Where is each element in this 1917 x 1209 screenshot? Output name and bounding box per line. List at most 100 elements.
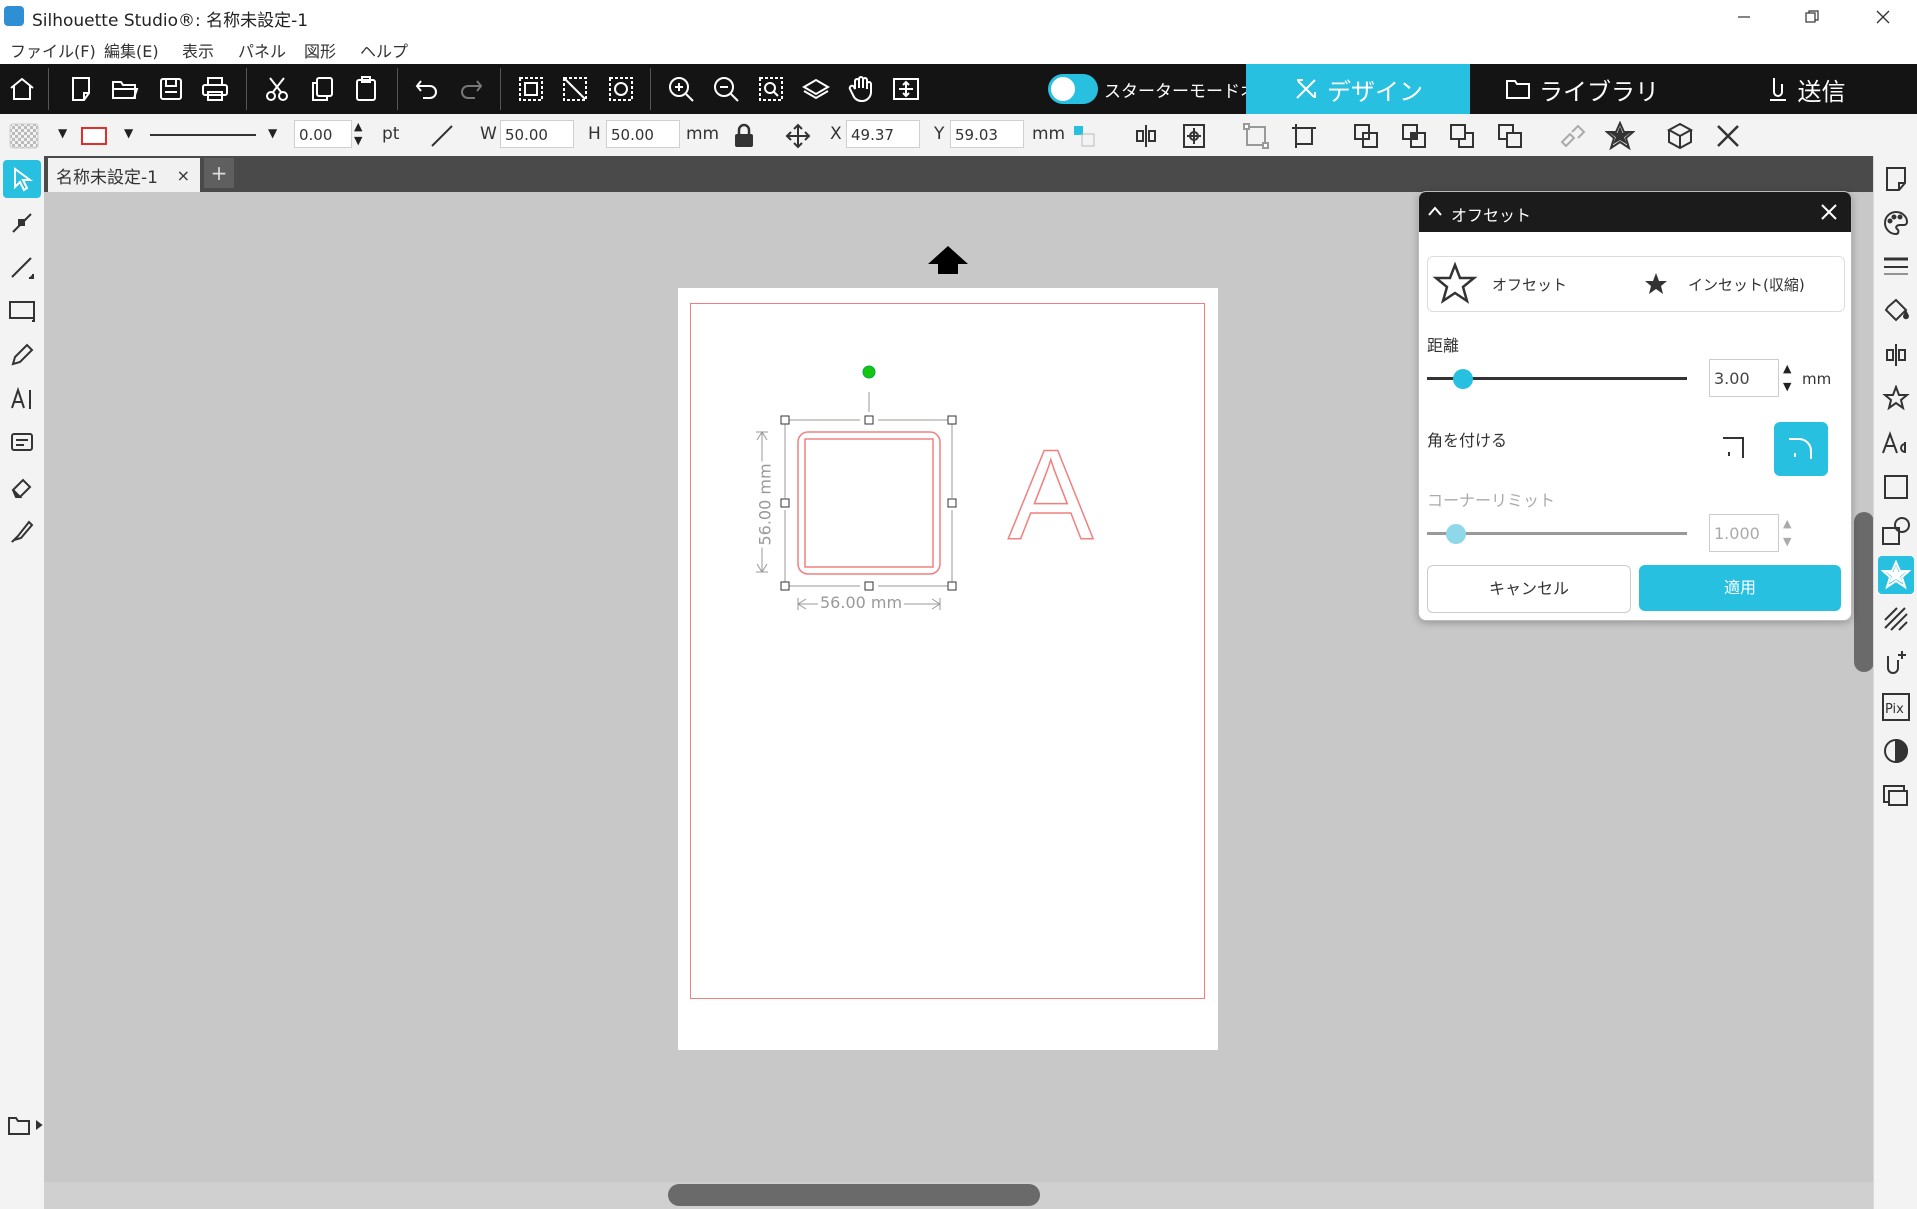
line-width-stepper[interactable]: ▲ ▼ [354,120,362,148]
fill-dropdown-arrow-icon[interactable]: ▼ [58,126,67,140]
corner-limit-stepper[interactable]: ▲ ▼ [1783,515,1791,551]
fit-page-icon[interactable] [799,72,833,106]
offset-panel-icon[interactable] [1878,556,1914,594]
ungroup-icon[interactable] [558,72,592,106]
tab-library[interactable]: ライブラリ [1470,64,1694,114]
compound-path-icon[interactable] [604,72,638,106]
fill-pattern-icon[interactable] [8,120,40,152]
center-to-page-icon[interactable] [1178,120,1210,152]
transform-icon[interactable] [1288,120,1320,152]
release-compound-icon[interactable] [1556,120,1588,152]
inset-mode-button[interactable]: インセット(収縮) [1642,257,1842,311]
rectangle-tool-icon[interactable] [3,292,41,330]
redo-icon[interactable] [454,72,488,106]
home-icon[interactable] [5,72,39,106]
corner-limit-slider-knob[interactable] [1445,524,1466,544]
width-input[interactable]: 50.00 [500,120,574,148]
sharp-corner-button[interactable] [1709,422,1759,472]
reference-point-icon[interactable] [1068,120,1100,152]
pixscan-icon[interactable]: Pix [1878,688,1914,726]
align-panel-icon[interactable] [1878,336,1914,374]
vertical-scroll-thumb[interactable] [1854,512,1874,672]
minimize-button[interactable] [1716,0,1772,34]
height-input[interactable]: 50.00 [606,120,680,148]
trace-panel-icon[interactable] [1878,600,1914,638]
starter-mode-toggle[interactable]: スターターモードオフ [1048,73,1274,105]
knife-tool-icon[interactable] [3,512,41,550]
pan-hand-icon[interactable] [844,72,878,106]
distance-slider-knob[interactable] [1453,369,1474,389]
restore-button[interactable] [1784,0,1840,34]
merge-icon[interactable] [1398,120,1430,152]
undo-icon[interactable] [410,72,444,106]
open-folder-icon[interactable] [108,72,142,106]
send-panel-icon[interactable] [1878,644,1914,682]
menu-panel[interactable]: パネル [238,38,286,62]
horizontal-scroll-thumb[interactable] [668,1184,1040,1206]
distance-input[interactable]: 3.00 [1709,359,1779,397]
document-tab[interactable]: 名称未設定-1 × [48,158,200,192]
delete-icon[interactable] [1712,120,1744,152]
x-position-input[interactable]: 49.37 [846,120,920,148]
menu-help[interactable]: ヘルプ [360,38,408,62]
zoom-out-icon[interactable] [709,72,743,106]
offset-panel-close-icon[interactable] [1819,202,1839,222]
menu-edit[interactable]: 編集(E) [104,38,159,62]
fill-color-palette-icon[interactable] [1878,204,1914,242]
line-style-dropdown-arrow-icon[interactable]: ▼ [268,126,277,140]
zoom-select-icon[interactable] [754,72,788,106]
distance-stepper[interactable]: ▲ ▼ [1783,360,1791,396]
move-icon[interactable] [782,120,814,152]
group-icon[interactable] [514,72,548,106]
corner-limit-input[interactable]: 1.000 [1709,514,1779,552]
new-document-icon[interactable] [64,72,98,106]
tab-send[interactable]: 送信 [1694,64,1917,114]
replicate-icon[interactable] [1350,120,1382,152]
toggle-switch[interactable] [1048,74,1098,104]
eraser-tool-icon[interactable] [3,468,41,506]
offset-mode-button[interactable]: オフセット [1432,257,1632,311]
align-icon[interactable] [1130,120,1162,152]
copy-icon[interactable] [305,72,339,106]
line-tool-icon[interactable] [3,248,41,286]
lock-aspect-icon[interactable] [728,120,760,152]
menu-file[interactable]: ファイル(F) [10,38,96,62]
scale-line-icon[interactable] [426,120,458,152]
tab-design[interactable]: デザイン [1246,64,1470,114]
modify-panel-icon[interactable] [1878,512,1914,550]
sketch-tool-icon[interactable] [3,424,41,462]
text-style-icon[interactable] [1878,424,1914,462]
collapse-chevron-icon[interactable] [1427,204,1443,218]
size-icon[interactable] [1240,120,1272,152]
text-tool-icon[interactable] [3,380,41,418]
cut-icon[interactable] [260,72,294,106]
add-tab-button[interactable]: + [204,158,234,188]
menu-object[interactable]: 図形 [304,38,336,62]
library-panel-toggle-icon[interactable] [3,1106,47,1144]
line-color-dropdown-arrow-icon[interactable]: ▼ [124,126,133,140]
replicate-panel-icon[interactable] [1878,380,1914,418]
line-width-input[interactable]: 0.00 [294,120,352,148]
fit-window-icon[interactable] [889,72,923,106]
contrast-icon[interactable] [1878,732,1914,770]
menu-view[interactable]: 表示 [182,38,214,62]
3d-box-icon[interactable] [1664,120,1696,152]
print-and-cut-icon[interactable] [1878,776,1914,814]
zoom-in-icon[interactable] [664,72,698,106]
rounded-corner-button[interactable] [1774,422,1828,476]
corner-limit-slider-track[interactable] [1427,532,1687,535]
line-style-icon[interactable] [1878,248,1914,286]
print-icon[interactable] [198,72,232,106]
point-edit-tool-icon[interactable] [3,204,41,242]
document-tab-close-icon[interactable]: × [177,166,190,185]
fill-pattern-panel-icon[interactable] [1878,292,1914,330]
line-style-preview[interactable] [150,134,256,136]
select-tool-icon[interactable] [3,160,41,198]
line-color-icon[interactable] [78,120,110,152]
pen-tool-icon[interactable] [3,336,41,374]
bring-to-front-icon[interactable] [1446,120,1478,152]
page-setup-icon[interactable] [1878,160,1914,198]
send-to-back-icon[interactable] [1494,120,1526,152]
y-position-input[interactable]: 59.03 [950,120,1024,148]
letter-a-shape[interactable]: A [1007,431,1094,561]
